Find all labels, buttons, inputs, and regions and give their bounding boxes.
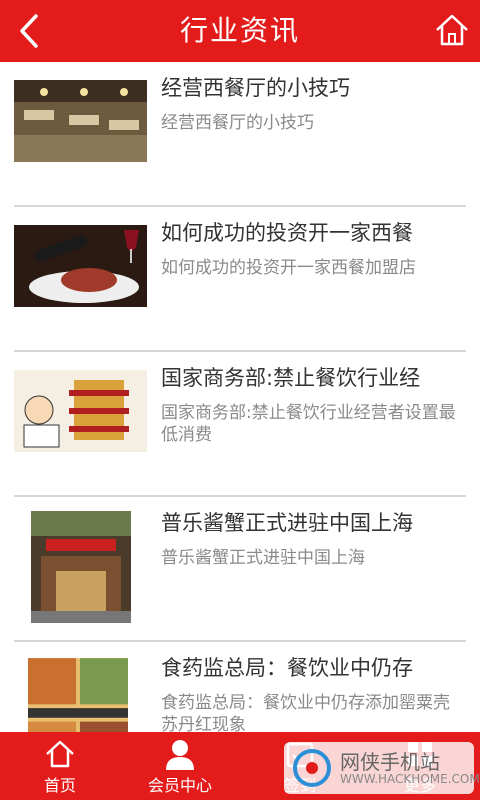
site-watermark: 网侠手机站 WWW.HACKHOME.COM	[284, 742, 480, 794]
top-bar: 行业资讯	[0, 0, 480, 62]
storefront-thumbnail	[31, 511, 131, 623]
news-item[interactable]: 如何成功的投资开一家西餐 如何成功的投资开一家西餐加盟店	[14, 207, 466, 352]
news-item[interactable]: 经营西餐厅的小技巧 经营西餐厅的小技巧	[14, 62, 466, 207]
home-icon[interactable]	[434, 12, 470, 48]
news-item[interactable]: 食药监总局：餐饮业中仍存 食药监总局：餐饮业中仍存添加罂粟壳苏丹红现象	[14, 642, 466, 732]
food-collage-thumbnail	[28, 658, 128, 732]
home-outline-icon	[46, 740, 74, 768]
page-title: 行业资讯	[179, 14, 300, 47]
restaurant-interior-thumbnail	[14, 80, 147, 162]
news-item[interactable]: 国家商务部:禁止餐饮行业经 国家商务部:禁止餐饮行业经营者设置最低消费	[14, 352, 466, 497]
bottom-tab-bar: 首页 会员中心 签到 更多 网侠手机站 WWW.HACKHOME.COM	[0, 732, 480, 800]
watermark-logo-icon	[293, 749, 331, 787]
watermark-text: 网侠手机站	[340, 750, 440, 774]
news-title: 经营西餐厅的小技巧	[161, 76, 350, 100]
news-title: 国家商务部:禁止餐饮行业经	[161, 366, 421, 390]
tab-member-label: 会员中心	[147, 776, 212, 795]
steak-wine-thumbnail	[14, 225, 147, 307]
news-summary: 食药监总局：餐饮业中仍存添加罂粟壳苏丹红现象	[161, 693, 450, 732]
news-summary: 如何成功的投资开一家西餐加盟店	[161, 258, 416, 278]
news-title: 如何成功的投资开一家西餐	[161, 221, 413, 245]
news-title: 普乐酱蟹正式进驻中国上海	[161, 511, 413, 535]
news-list: 经营西餐厅的小技巧 经营西餐厅的小技巧 如何成功的投资开一家西餐 如何成功的投资…	[0, 62, 480, 732]
tab-home-label: 首页	[43, 776, 76, 795]
news-summary: 经营西餐厅的小技巧	[161, 113, 314, 133]
news-item[interactable]: 普乐酱蟹正式进驻中国上海 普乐酱蟹正式进驻中国上海	[14, 497, 466, 642]
cartoon-illustration-thumbnail	[14, 370, 147, 452]
news-summary: 普乐酱蟹正式进驻中国上海	[161, 548, 365, 568]
watermark-url: WWW.HACKHOME.COM	[340, 772, 480, 786]
tab-home[interactable]: 首页	[0, 732, 120, 800]
tab-member-center[interactable]: 会员中心	[120, 732, 240, 800]
user-icon	[166, 740, 194, 770]
news-title: 食药监总局：餐饮业中仍存	[161, 656, 413, 680]
news-summary: 国家商务部:禁止餐饮行业经营者设置最低消费	[161, 403, 456, 445]
